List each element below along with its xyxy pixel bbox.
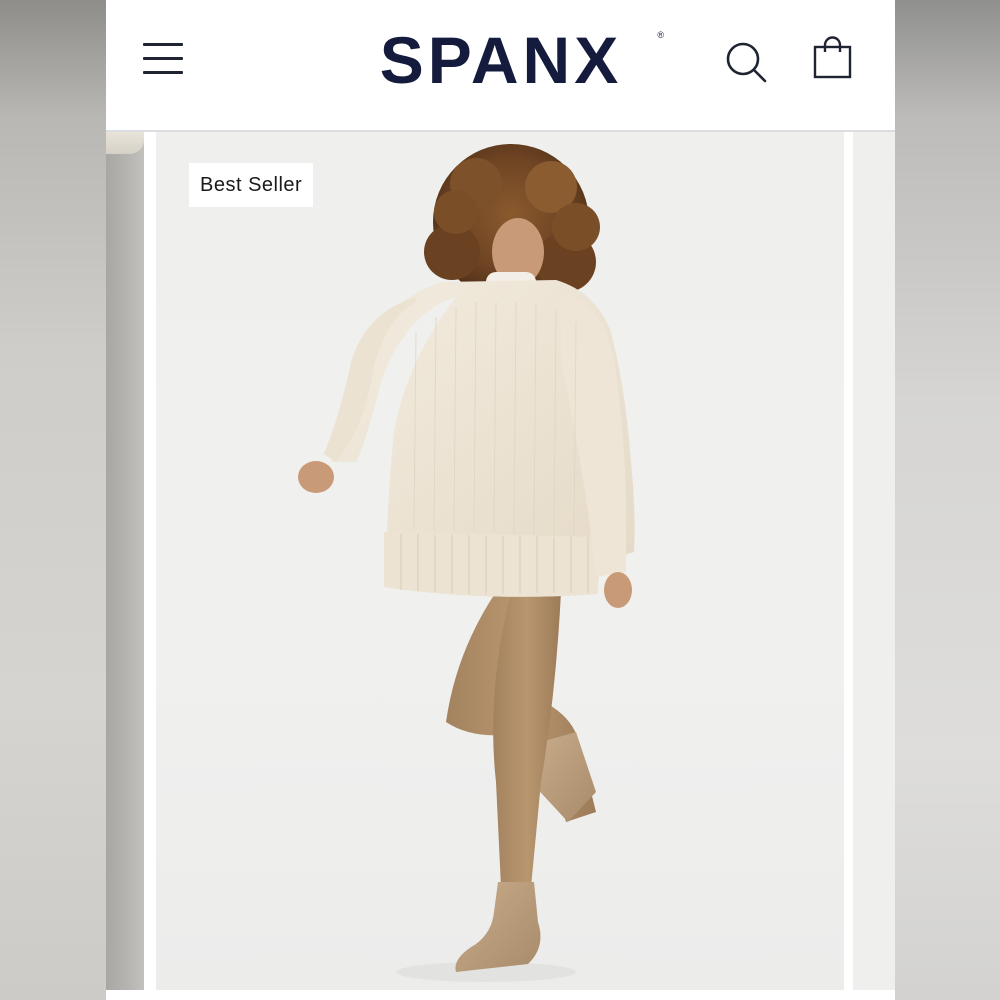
blurred-backdrop-right	[895, 0, 1000, 1000]
blurred-backdrop-left	[0, 0, 106, 1000]
product-image[interactable]: Best Seller	[156, 132, 844, 990]
next-slide-peek[interactable]	[853, 132, 895, 990]
logo-text: SPANX	[379, 23, 623, 97]
previous-slide-detail	[106, 132, 144, 154]
registered-mark: ®	[657, 30, 664, 40]
hamburger-menu-icon[interactable]	[143, 40, 185, 76]
app-screen: SPANX ® Best Seller	[106, 0, 895, 1000]
shopping-bag-icon[interactable]	[812, 36, 854, 80]
best-seller-badge: Best Seller	[189, 163, 314, 207]
previous-slide-peek[interactable]	[106, 132, 144, 990]
search-icon[interactable]	[724, 40, 772, 88]
model-illustration	[298, 144, 635, 982]
product-image-carousel[interactable]: Best Seller	[106, 132, 895, 1000]
brand-logo[interactable]: SPANX ®	[336, 20, 666, 100]
site-header: SPANX ®	[106, 0, 895, 132]
